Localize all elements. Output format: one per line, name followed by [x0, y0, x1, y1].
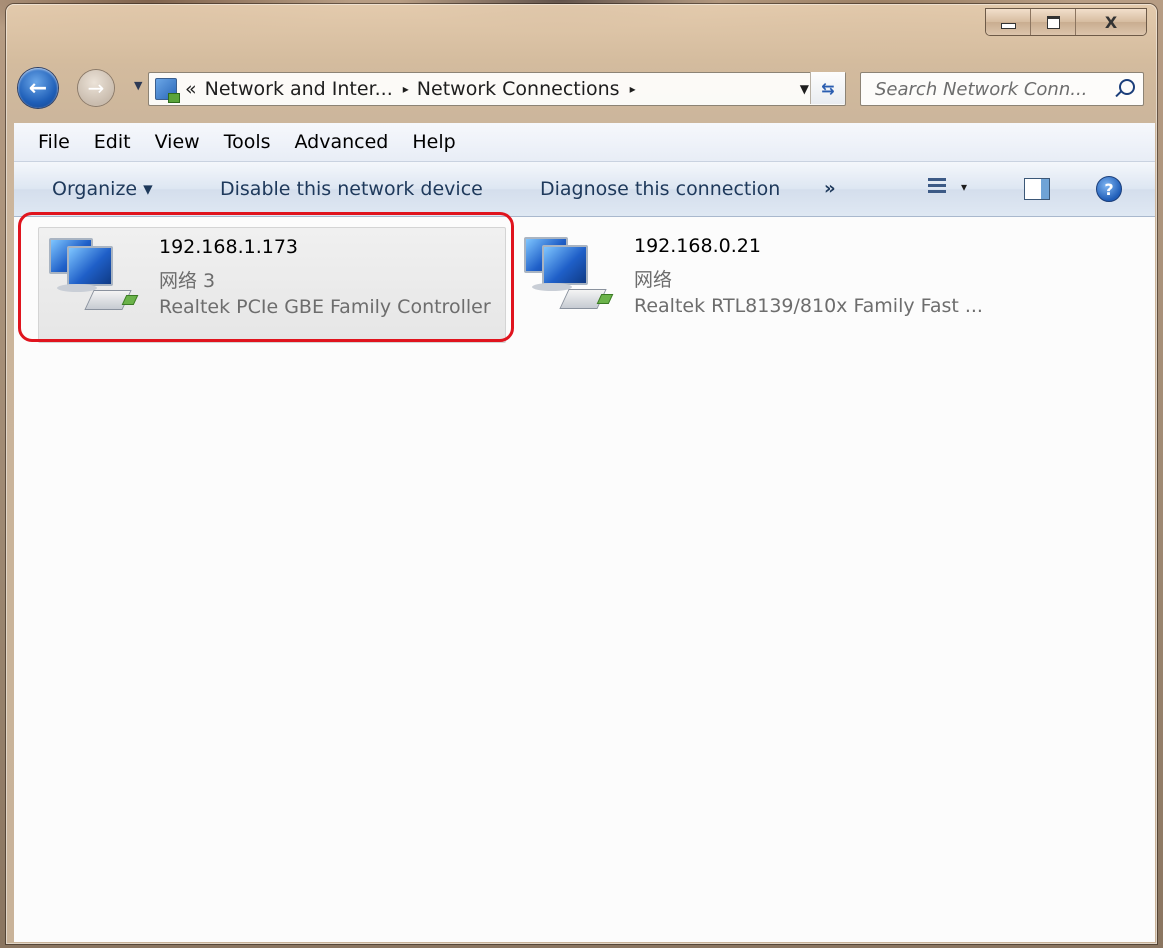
network-connection-icon — [520, 233, 607, 319]
close-button[interactable]: X — [1075, 9, 1146, 35]
organize-button[interactable]: Organize ▾ — [52, 178, 153, 200]
recent-pages-dropdown[interactable]: ▼ — [134, 79, 142, 92]
search-input[interactable]: Search Network Conn... — [875, 79, 1087, 100]
connection-item[interactable]: 192.168.0.21 网络 Realtek RTL8139/810x Fam… — [514, 227, 983, 341]
window-controls: X — [985, 8, 1147, 36]
connection-device: Realtek RTL8139/810x Family Fast ... — [634, 295, 983, 317]
navigation-bar: ← → ▼ « Network and Inter... ▸ Network C… — [16, 66, 1146, 110]
connection-network: 网络 — [634, 269, 673, 291]
forward-button[interactable]: → — [78, 70, 114, 106]
preview-pane-icon[interactable] — [1024, 178, 1050, 200]
back-arrow-icon: ← — [28, 75, 48, 101]
connection-name: 192.168.0.21 — [634, 235, 761, 257]
menu-bar: File Edit View Tools Advanced Help — [14, 123, 1155, 162]
network-folder-icon — [155, 78, 180, 103]
diagnose-connection-button[interactable]: Diagnose this connection — [540, 178, 780, 200]
minimize-icon — [1000, 23, 1016, 29]
help-icon[interactable]: ? — [1096, 176, 1122, 202]
breadcrumb-network-connections[interactable]: Network Connections — [417, 78, 620, 100]
menu-file[interactable]: File — [38, 131, 70, 153]
views-icon[interactable] — [928, 178, 946, 198]
breadcrumb-network-internet[interactable]: Network and Inter... — [205, 78, 393, 100]
address-dropdown[interactable]: ▼ — [800, 82, 809, 96]
highlight-annotation — [18, 212, 514, 342]
breadcrumb-separator[interactable]: ▸ — [630, 82, 636, 96]
disable-device-button[interactable]: Disable this network device — [220, 178, 483, 200]
maximize-icon — [1046, 15, 1060, 29]
menu-edit[interactable]: Edit — [94, 131, 131, 153]
refresh-button[interactable]: ⇆ — [810, 72, 845, 104]
command-bar: Organize ▾ Disable this network device D… — [14, 162, 1155, 217]
menu-view[interactable]: View — [155, 131, 200, 153]
breadcrumb-separator[interactable]: ▸ — [403, 82, 409, 96]
views-dropdown[interactable]: ▾ — [961, 180, 967, 194]
forward-arrow-icon: → — [87, 76, 105, 100]
more-commands-button[interactable]: » — [824, 178, 836, 199]
menu-advanced[interactable]: Advanced — [295, 131, 389, 153]
breadcrumb-overflow[interactable]: « — [185, 78, 197, 100]
back-button[interactable]: ← — [18, 68, 58, 108]
menu-help[interactable]: Help — [412, 131, 455, 153]
menu-tools[interactable]: Tools — [224, 131, 271, 153]
refresh-icon: ⇆ — [821, 78, 835, 98]
search-icon[interactable] — [1119, 79, 1135, 95]
search-box[interactable]: Search Network Conn... — [860, 72, 1144, 106]
maximize-button[interactable] — [1030, 9, 1075, 35]
minimize-button[interactable] — [986, 9, 1030, 35]
address-bar[interactable]: « Network and Inter... ▸ Network Connect… — [148, 72, 846, 106]
